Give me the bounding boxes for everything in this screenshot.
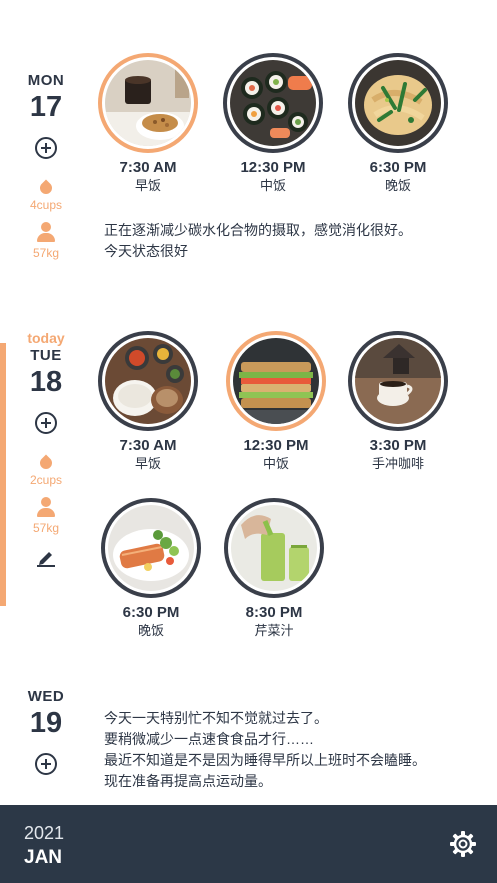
meal-time: 6:30 PM bbox=[122, 604, 180, 621]
note-line: 正在逐渐减少碳水化合物的摄取，感觉消化很好。 bbox=[104, 222, 412, 238]
meal-item[interactable]: 12:30 PM 中饭 bbox=[221, 331, 331, 472]
today-label: today bbox=[27, 330, 65, 346]
meal-item[interactable]: 12:30 PM 中饭 bbox=[218, 53, 328, 194]
gear-icon[interactable] bbox=[450, 831, 476, 857]
water-drop-icon bbox=[37, 179, 55, 197]
meal-item[interactable]: 7:30 AM 早饭 bbox=[93, 53, 203, 194]
meal-name: 晚饭 bbox=[137, 623, 164, 638]
footer-bar: 2021 JAN bbox=[0, 805, 497, 883]
weight-value: 57kg bbox=[32, 246, 60, 260]
day-note[interactable]: 正在逐渐减少碳水化合物的摄取，感觉消化很好。 今天状态很好 bbox=[104, 220, 412, 262]
add-meal-button[interactable] bbox=[35, 753, 57, 775]
note-line: 现在准备再提高点运动量。 bbox=[104, 773, 272, 789]
meal-photo[interactable] bbox=[348, 331, 448, 431]
add-meal-button[interactable] bbox=[35, 412, 57, 434]
meal-item[interactable]: 6:30 PM 晚饭 bbox=[343, 53, 453, 194]
meal-time: 3:30 PM bbox=[369, 437, 427, 454]
note-line: 最近不知道是不是因为睡得早所以上班时不会瞌睡。 bbox=[104, 752, 426, 768]
date-column: today TUE 18 2cups 57kg bbox=[0, 329, 92, 567]
water-count: 4cups bbox=[29, 198, 63, 212]
meal-time: 6:30 PM bbox=[369, 159, 427, 176]
footer-year[interactable]: 2021 bbox=[24, 823, 64, 843]
meal-name: 早饭 bbox=[134, 178, 161, 193]
meal-photo[interactable] bbox=[348, 53, 448, 153]
meal-photo[interactable] bbox=[101, 498, 201, 598]
date-column: WED 19 bbox=[0, 688, 92, 775]
meal-time: 12:30 PM bbox=[240, 159, 306, 176]
meal-photo[interactable] bbox=[224, 498, 324, 598]
note-line: 要稍微减少一点速食食品才行…… bbox=[104, 731, 314, 747]
meal-name: 早饭 bbox=[134, 456, 161, 471]
meal-photo[interactable] bbox=[98, 331, 198, 431]
day-of-week: WED bbox=[27, 688, 65, 705]
meal-photo[interactable] bbox=[226, 331, 326, 431]
water-drop-icon bbox=[37, 454, 55, 472]
day-of-week: MON bbox=[27, 72, 65, 89]
meal-name: 中饭 bbox=[262, 456, 289, 471]
weight-value: 57kg bbox=[32, 521, 60, 535]
day-note[interactable]: 今天一天特别忙不知不觉就过去了。 要稍微减少一点速食食品才行…… 最近不知道是不… bbox=[104, 708, 426, 792]
meal-name: 中饭 bbox=[259, 178, 286, 193]
meal-name: 手冲咖啡 bbox=[371, 456, 424, 471]
meal-item[interactable]: 8:30 PM 芹菜汁 bbox=[219, 498, 329, 639]
meal-name: 芹菜汁 bbox=[254, 623, 294, 638]
person-icon bbox=[36, 497, 56, 517]
day-number: 17 bbox=[29, 91, 63, 123]
meal-photo[interactable] bbox=[223, 53, 323, 153]
meal-item[interactable]: 3:30 PM 手冲咖啡 bbox=[343, 331, 453, 472]
meal-item[interactable]: 7:30 AM 早饭 bbox=[93, 331, 203, 472]
person-icon bbox=[36, 222, 56, 242]
day-of-week: TUE bbox=[30, 347, 62, 364]
note-line: 今天一天特别忙不知不觉就过去了。 bbox=[104, 710, 328, 726]
date-column: MON 17 4cups 57kg bbox=[0, 72, 92, 260]
meal-item[interactable]: 6:30 PM 晚饭 bbox=[96, 498, 206, 639]
day-number: 18 bbox=[29, 366, 63, 398]
meal-name: 晚饭 bbox=[384, 178, 411, 193]
meal-time: 12:30 PM bbox=[243, 437, 309, 454]
footer-month[interactable]: JAN bbox=[24, 847, 62, 869]
water-count: 2cups bbox=[29, 473, 63, 487]
meal-photo[interactable] bbox=[98, 53, 198, 153]
meal-time: 7:30 AM bbox=[119, 159, 177, 176]
meal-time: 7:30 AM bbox=[119, 437, 177, 454]
add-meal-button[interactable] bbox=[35, 137, 57, 159]
pencil-icon[interactable] bbox=[35, 547, 57, 567]
note-line: 今天状态很好 bbox=[104, 243, 188, 259]
day-number: 19 bbox=[29, 707, 63, 739]
meal-time: 8:30 PM bbox=[245, 604, 303, 621]
